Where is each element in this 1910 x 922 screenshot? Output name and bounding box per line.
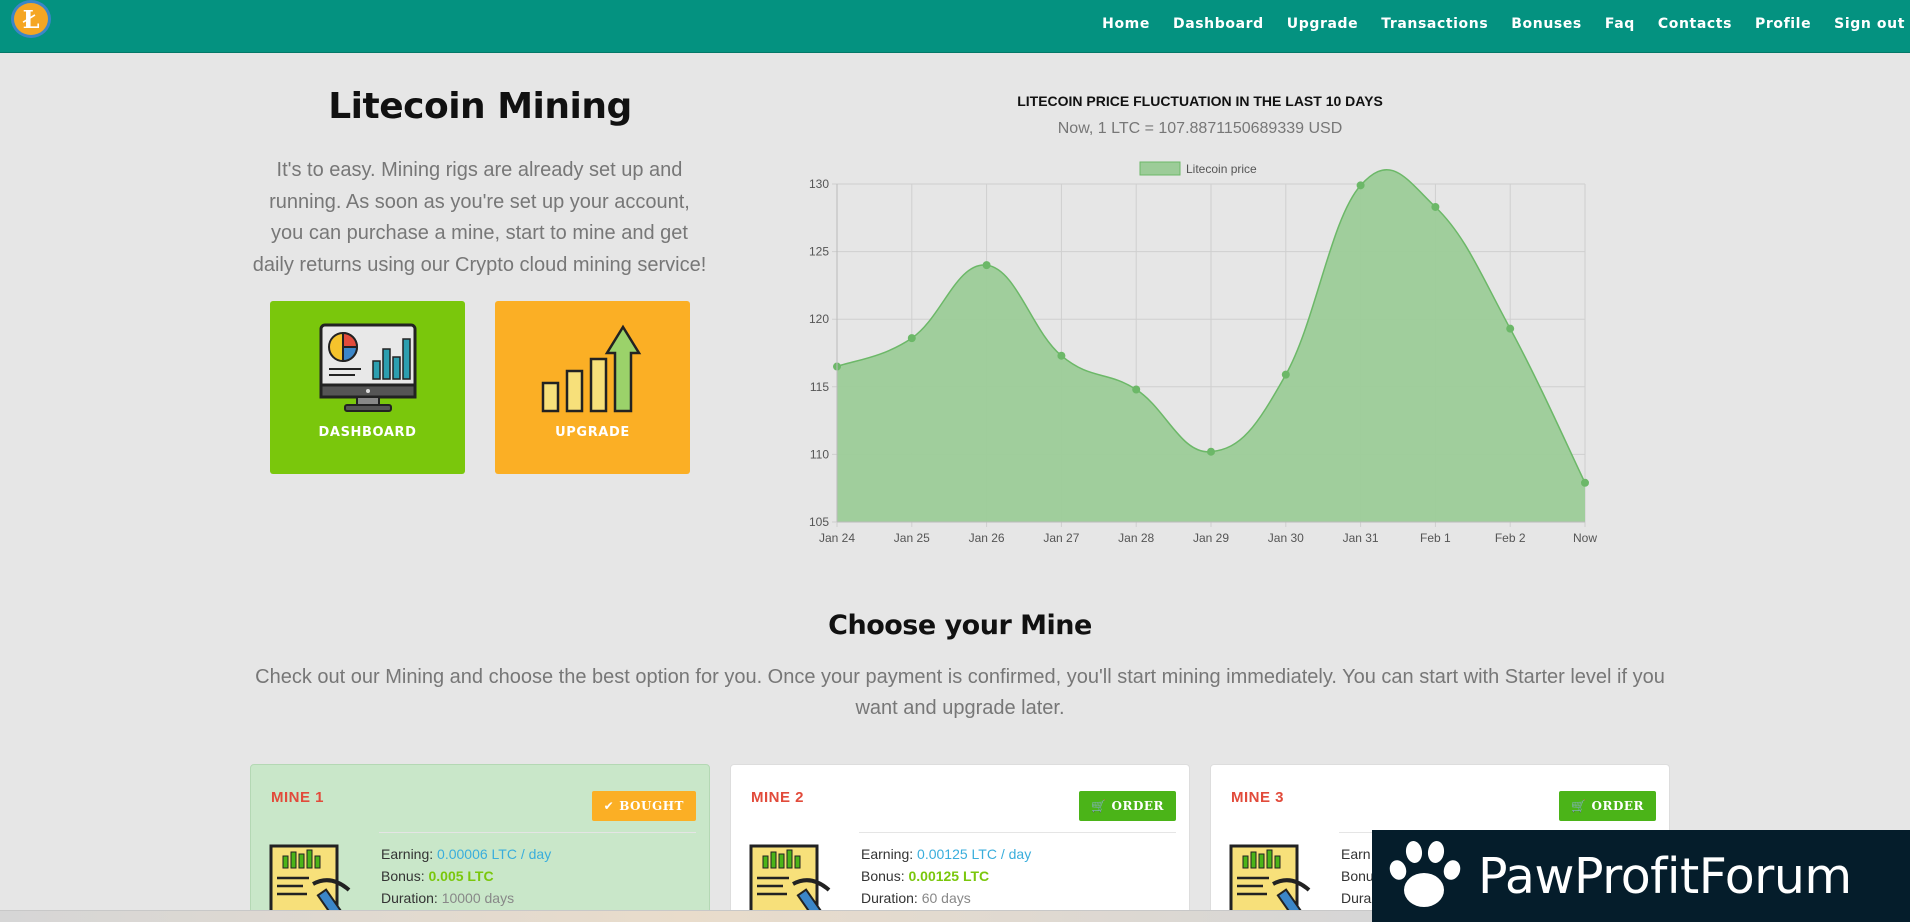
nav-profile[interactable]: Profile [1755,16,1811,32]
earning-value: 0.00006 LTC / day [437,846,552,862]
duration-value: 10000 days [441,890,515,906]
x-tick-label: Jan 25 [894,531,930,545]
divider [379,832,696,833]
y-tick-label: 125 [809,245,829,259]
y-tick-label: 105 [809,515,829,529]
nav-contacts[interactable]: Contacts [1658,16,1732,32]
nav-upgrade[interactable]: Upgrade [1287,16,1358,32]
nav-sign-out[interactable]: Sign out [1834,16,1905,32]
x-tick-label: Jan 29 [1193,531,1229,545]
mine-name: MINE 1 [271,789,325,806]
duration-value: 60 days [921,890,971,906]
data-point [982,261,991,270]
data-point [1207,447,1215,456]
nav-faq[interactable]: Faq [1605,16,1635,32]
watermark-overlay: PawProfitForum [1372,830,1910,922]
growth-bars-icon [541,324,641,413]
x-tick-label: Now [1573,531,1597,545]
hero-title: Litecoin Mining [328,86,632,127]
data-point [1506,324,1515,333]
x-tick-label: Feb 1 [1420,531,1451,545]
x-tick-label: Feb 2 [1495,531,1526,545]
nav-bonuses[interactable]: Bonuses [1511,16,1582,32]
data-point [1431,202,1440,211]
choose-title: Choose your Mine [828,610,1092,641]
x-tick-label: Jan 26 [969,531,1005,545]
hero-text: It's to easy. Mining rigs are already se… [252,159,707,276]
cart-icon: 🛒 [1091,799,1107,813]
y-tick-label: 115 [810,380,829,394]
y-tick-label: 110 [810,447,829,461]
nav-dashboard[interactable]: Dashboard [1173,16,1264,32]
data-point [1356,181,1365,190]
mining-document-icon [1229,844,1311,914]
data-point [907,334,916,343]
price-chart: 105 110 115 120 125 130 Jan 24 Jan 25 Jan 26 Jan … [809,161,1597,545]
mine-card-1: MINE 1 ✔ BOUGHT Earning: 0.00006 LTC / da… [250,764,710,922]
data-point [1132,385,1141,394]
y-tick-label: 130 [809,177,829,191]
order-button[interactable]: 🛒 ORDER [1559,791,1656,821]
mine-card-2: MINE 2 🛒 ORDER Earning: 0.00125 LTC / day… [730,764,1190,922]
litecoin-logo-icon[interactable]: Ł [11,0,51,38]
paw-icon [1389,841,1461,907]
chart-subtitle: Now, 1 LTC = 107.8871150689339 USD [1057,120,1343,137]
x-tick-label: Jan 30 [1268,531,1304,545]
legend-swatch [1139,161,1181,176]
y-tick-label: 120 [809,312,829,326]
data-point [1281,370,1290,379]
choose-text: Check out our Mining and choose the best… [255,666,1665,719]
mining-document-icon [269,844,351,914]
watermark-text: PawProfitForum [1478,847,1852,905]
bonus-value: 0.00125 LTC [908,868,990,884]
upgrade-tile[interactable]: UPGRADE [495,301,690,474]
upgrade-tile-label: UPGRADE [555,425,630,440]
chart-title: LITECOIN PRICE FLUCTUATION IN THE LAST 1… [1017,93,1383,109]
mine-name: MINE 2 [751,789,805,806]
mine-name: MINE 3 [1231,789,1285,806]
nav-home[interactable]: Home [1102,16,1150,32]
data-point [1057,351,1066,360]
monitor-chart-icon [319,323,416,412]
mine-details: Earning: 0.00006 LTC / day Bonus: 0.005 … [381,846,552,906]
mine-details: Earn Bonu Dura [1341,846,1374,906]
earning-value: 0.00125 LTC / day [917,846,1032,862]
cart-icon: 🛒 [1571,799,1587,813]
data-point [1581,478,1589,487]
x-tick-label: Jan 27 [1043,531,1079,545]
navbar: Ł Home Dashboard Upgrade Transactions Bo… [0,0,1910,53]
check-icon: ✔ [603,799,615,813]
dashboard-tile[interactable]: DASHBOARD [270,301,465,474]
mining-document-icon [749,844,831,914]
order-button[interactable]: 🛒 ORDER [1079,791,1176,821]
bonus-value: 0.005 LTC [428,868,494,884]
legend-label: Litecoin price [1186,162,1257,176]
x-tick-label: Jan 31 [1343,531,1379,545]
bought-button[interactable]: ✔ BOUGHT [591,791,696,821]
x-tick-label: Jan 24 [819,531,855,545]
nav-transactions[interactable]: Transactions [1381,16,1488,32]
x-tick-label: Jan 28 [1118,531,1154,545]
dashboard-tile-label: DASHBOARD [318,425,417,440]
main-nav: Home Dashboard Upgrade Transactions Bonu… [1102,0,1910,48]
divider [859,832,1176,833]
horizontal-scrollbar[interactable] [0,910,1372,922]
mine-details: Earning: 0.00125 LTC / day Bonus: 0.0012… [861,846,1032,906]
